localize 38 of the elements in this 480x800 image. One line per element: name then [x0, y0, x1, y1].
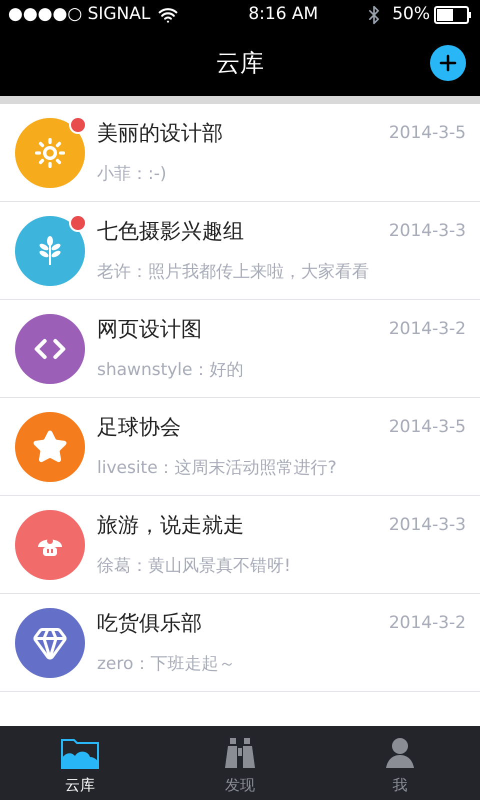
group-item[interactable]: 吃货俱乐部 2014-3-2 zero：下班走起～ [0, 594, 480, 692]
group-date: 2014-3-5 [388, 122, 466, 145]
message-preview: zero：下班走起～ [97, 652, 236, 676]
wifi-icon [158, 5, 178, 25]
message-preview: livesite：这周末活动照常进行? [97, 456, 338, 480]
battery-icon [434, 6, 472, 24]
group-name: 吃货俱乐部 [97, 610, 202, 637]
binoculars-icon [223, 736, 257, 770]
battery-percent: 50% [392, 3, 430, 26]
message-preview: 徐葛：黄山风景真不错呀! [97, 554, 292, 578]
message-preview: 老许：照片我都传上来啦，大家看看 [97, 260, 370, 284]
group-date: 2014-3-5 [388, 416, 466, 439]
star-icon [32, 428, 68, 464]
group-item[interactable]: 足球协会 2014-3-5 livesite：这周末活动照常进行? [0, 398, 480, 496]
group-item[interactable]: 美丽的设计部 2014-3-5 小菲：:-) [0, 104, 480, 202]
group-name: 旅游，说走就走 [97, 512, 244, 539]
group-date: 2014-3-2 [388, 318, 466, 341]
tab-item[interactable]: 云库 [0, 726, 160, 800]
status-time: 8:16 AM [247, 3, 318, 26]
page-title: 云库 [216, 48, 264, 79]
group-date: 2014-3-3 [388, 514, 466, 537]
message-preview: 小菲：:-) [97, 162, 168, 186]
group-item[interactable]: 七色摄影兴趣组 2014-3-3 老许：照片我都传上来啦，大家看看 [0, 202, 480, 300]
group-item[interactable]: 旅游，说走就走 2014-3-3 徐葛：黄山风景真不错呀! [0, 496, 480, 594]
tab-item[interactable]: 发现 [160, 726, 320, 800]
tab-item[interactable]: 我 [320, 726, 480, 800]
group-date: 2014-3-3 [388, 220, 466, 243]
group-name: 美丽的设计部 [97, 120, 223, 147]
add-button[interactable] [430, 45, 466, 81]
group-name: 七色摄影兴趣组 [97, 218, 244, 245]
group-date: 2014-3-2 [388, 612, 466, 635]
signal-carrier: ●●●●○ SIGNAL [8, 3, 150, 26]
person-icon [383, 736, 417, 770]
sun-icon [34, 136, 66, 168]
group-name: 网页设计图 [97, 316, 202, 343]
message-preview: shawnstyle：好的 [97, 358, 244, 382]
group-name: 足球协会 [97, 414, 181, 441]
group-item[interactable]: 网页设计图 2014-3-2 shawnstyle：好的 [0, 300, 480, 398]
